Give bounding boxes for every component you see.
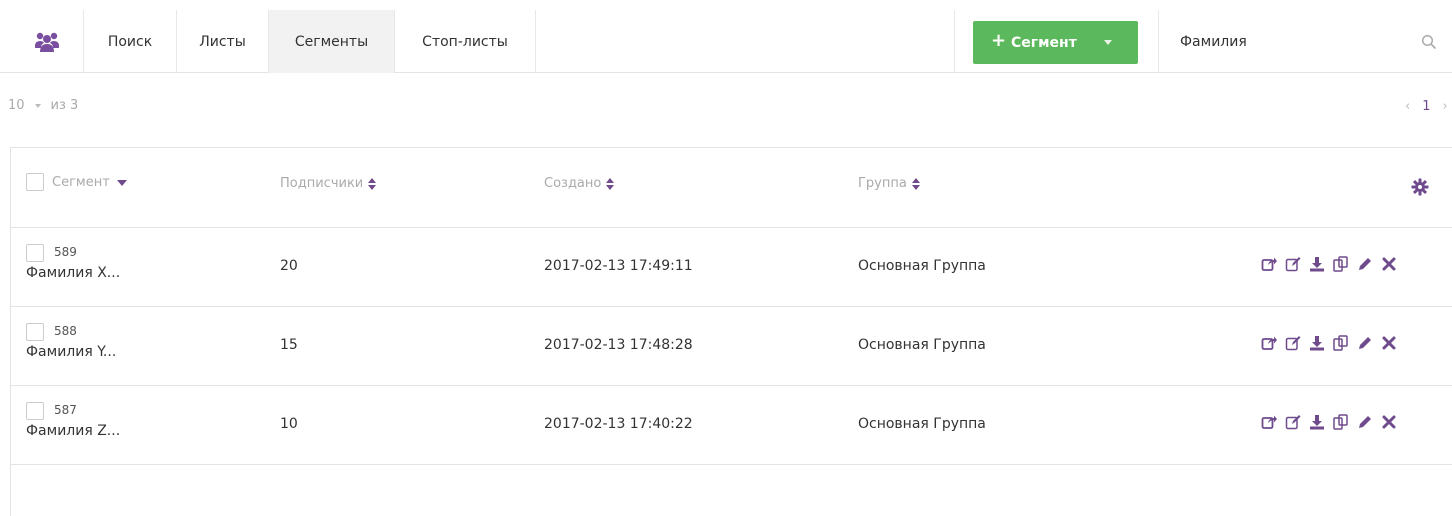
segment-name[interactable]: Фамилия Z... [26,423,120,439]
sort-icon [367,177,377,191]
prev-page-icon[interactable]: ‹ [1405,99,1410,114]
plus-icon: + [991,30,1007,51]
column-segment-label: Сегмент [52,174,110,190]
column-subscribers[interactable]: Подписчики [280,176,377,191]
row-checkbox[interactable] [26,402,44,420]
edit-icon[interactable] [1285,414,1301,430]
tab-search-label: Поиск [107,33,153,50]
column-group-label: Группа [858,176,907,191]
column-created[interactable]: Создано [544,176,615,191]
pencil-icon[interactable] [1357,256,1373,272]
column-group[interactable]: Группа [858,176,921,191]
tab-lists-label: Листы [199,33,246,50]
add-segment-button[interactable]: + Сегмент [973,21,1138,64]
pencil-icon[interactable] [1357,335,1373,351]
share-icon[interactable] [1261,256,1277,272]
share-icon[interactable] [1261,335,1277,351]
segment-id: 588 [54,324,77,338]
sort-icon [911,177,921,191]
share-icon[interactable] [1261,414,1277,430]
segments-table: Сегмент Подписчики Создано Группа 589 Фа… [10,147,1452,516]
chevron-down-icon [34,103,41,108]
copy-icon[interactable] [1333,335,1349,351]
row-actions [1261,414,1397,430]
tab-stop-lists[interactable]: Стоп-листы [395,10,536,73]
copy-icon[interactable] [1333,256,1349,272]
download-icon[interactable] [1309,256,1325,272]
gear-icon[interactable] [1411,178,1429,196]
subscribers-count: 10 [280,416,298,432]
column-segment[interactable]: Сегмент [26,173,127,191]
row-checkbox[interactable] [26,323,44,341]
column-created-label: Создано [544,176,602,191]
current-page[interactable]: 1 [1422,99,1430,114]
table-header: Сегмент Подписчики Создано Группа [11,148,1452,228]
tab-search[interactable]: Поиск [84,10,177,73]
sort-icon [605,177,615,191]
pencil-icon[interactable] [1357,414,1373,430]
group-name: Основная Группа [858,416,986,432]
divider [954,10,955,73]
search-icon[interactable] [1421,34,1437,50]
row-actions [1261,335,1397,351]
created-date: 2017-02-13 17:40:22 [544,416,693,432]
search-box [1158,10,1452,73]
tab-lists[interactable]: Листы [177,10,269,73]
tab-segments-label: Сегменты [294,33,369,50]
edit-icon[interactable] [1285,256,1301,272]
segment-name[interactable]: Фамилия Y... [26,344,116,360]
tab-stop-lists-label: Стоп-листы [422,33,508,50]
delete-icon[interactable] [1381,414,1397,430]
page-size-selector[interactable]: 10 из 3 [8,98,78,113]
table-row: 589 Фамилия X... 20 2017-02-13 17:49:11 … [11,228,1452,307]
download-icon[interactable] [1309,335,1325,351]
column-subscribers-label: Подписчики [280,176,364,191]
add-segment-dropdown-toggle[interactable] [1077,21,1138,64]
next-page-icon[interactable]: › [1442,99,1447,114]
delete-icon[interactable] [1381,256,1397,272]
top-navbar: Поиск Листы Сегменты Стоп-листы + Сегмен… [0,0,1452,73]
segment-id: 589 [54,245,77,259]
delete-icon[interactable] [1381,335,1397,351]
tab-segments[interactable]: Сегменты [269,10,395,73]
copy-icon[interactable] [1333,414,1349,430]
total-pages: из 3 [50,98,79,113]
table-row: 587 Фамилия Z... 10 2017-02-13 17:40:22 … [11,386,1452,465]
created-date: 2017-02-13 17:48:28 [544,337,693,353]
search-input[interactable] [1180,30,1400,54]
sort-desc-icon [116,180,127,186]
add-segment-label: Сегмент [1011,35,1077,51]
users-logo[interactable] [10,10,84,73]
row-checkbox[interactable] [26,244,44,262]
subscribers-count: 20 [280,258,298,274]
users-icon [34,32,59,52]
table-row: 588 Фамилия Y... 15 2017-02-13 17:48:28 … [11,307,1452,386]
subscribers-count: 15 [280,337,298,353]
select-all-checkbox[interactable] [26,173,44,191]
created-date: 2017-02-13 17:49:11 [544,258,693,274]
row-actions [1261,256,1397,272]
segment-name[interactable]: Фамилия X... [26,265,120,281]
pagination: ‹ 1 › [1405,99,1448,114]
group-name: Основная Группа [858,337,986,353]
download-icon[interactable] [1309,414,1325,430]
per-page-value: 10 [8,98,25,113]
segment-id: 587 [54,403,77,417]
group-name: Основная Группа [858,258,986,274]
chevron-down-icon [1103,40,1112,45]
edit-icon[interactable] [1285,335,1301,351]
